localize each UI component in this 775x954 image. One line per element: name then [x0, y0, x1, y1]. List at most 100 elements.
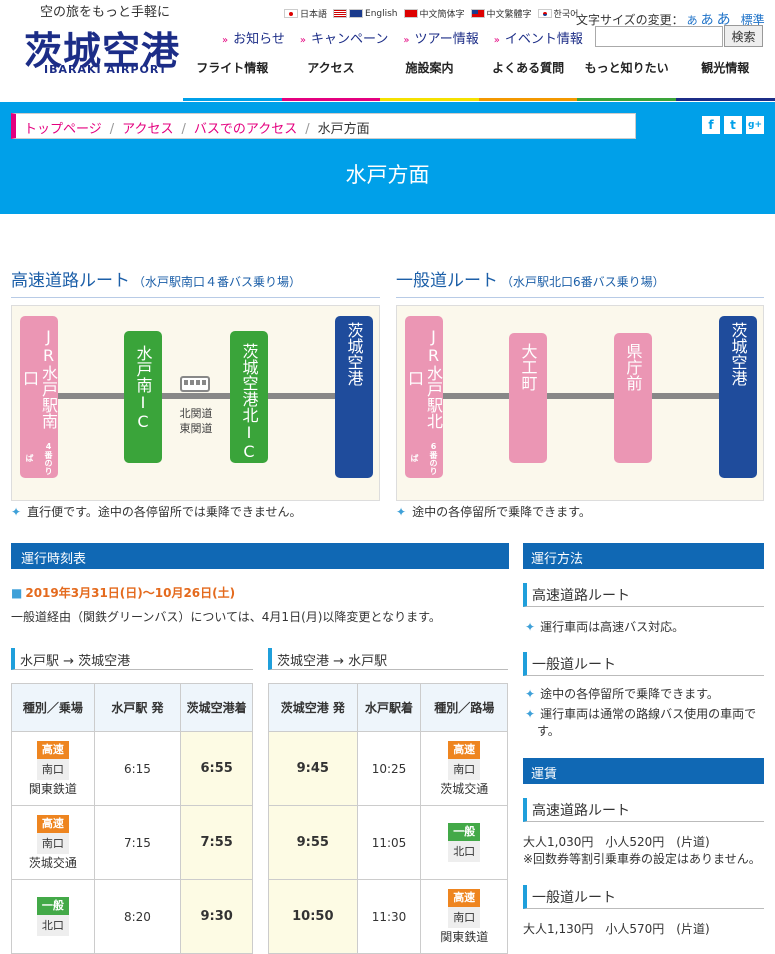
social-buttons: f t g+ [702, 116, 768, 134]
timetable-notice: 一般道経由（関鉄グリーンバス）については、4月1日(月)以降変更となります。 [11, 610, 441, 624]
timetable-period: ■ 2019年3月31日(日)～10月26日(土) [11, 586, 236, 600]
fare-heading: 運賃 [523, 758, 764, 784]
topnav-news[interactable]: » お知らせ [222, 28, 285, 47]
main-nav: フライト情報 アクセス 施設案内 よくある質問 もっと知りたい 観光情報 [183, 58, 775, 101]
chevron-right-icon: » [299, 35, 306, 46]
tagline: 空の旅をもっと手軽に [40, 5, 171, 20]
general-route-map: JR水戸駅北口 6番のりば 大工町 県庁前 茨城空港 [396, 305, 764, 501]
fare-general: 大人1,130円 小人570円 (片道) [523, 922, 710, 936]
col-header: 種別／路場 [420, 683, 508, 732]
mainnav-more[interactable]: もっと知りたい [577, 58, 676, 101]
breadcrumb-current: 水戸方面 [317, 122, 370, 137]
stop-ibaraki-airport: 茨城空港 [719, 316, 757, 478]
google-plus-icon[interactable]: g+ [746, 116, 764, 134]
mainnav-facilities[interactable]: 施設案内 [380, 58, 479, 101]
site-header: 空の旅をもっと手軽に 茨城空港 IBARAKI AIRPORT 日本語 Engl… [0, 0, 775, 102]
lang-zh-tw[interactable]: 中文繁體字 [470, 7, 532, 20]
highway-route-map: JR水戸駅南口 4番のりば 水戸南IC 茨城空港北IC 茨城空港 北関道東関道 [11, 305, 380, 501]
table-row: 9:45 10:25 高速 南口 茨城交通 [268, 731, 508, 806]
outbound-title: 水戸駅 → 茨城空港 [11, 648, 253, 670]
grid-icon: ■ [11, 586, 23, 600]
mainnav-flight[interactable]: フライト情報 [183, 58, 282, 101]
inbound-title: 茨城空港 → 水戸駅 [268, 648, 508, 670]
type-badge: 一般 [448, 823, 481, 841]
mainnav-access[interactable]: アクセス [281, 58, 381, 101]
type-badge: 高速 [36, 740, 69, 759]
lang-zh-cn[interactable]: 中文簡体字 [403, 7, 465, 20]
breadcrumb-access[interactable]: アクセス [122, 122, 173, 137]
flag-usa-icon [333, 9, 348, 18]
route-line [437, 393, 737, 399]
type-badge: 高速 [448, 740, 481, 759]
lang-en[interactable]: English [333, 7, 398, 20]
lang-ja[interactable]: 日本語 [284, 7, 327, 20]
fare-general-title: 一般道ルート [523, 885, 764, 909]
company: 関東鉄道 [28, 781, 77, 796]
topnav-tour[interactable]: » ツアー情報 [403, 28, 478, 47]
mainnav-sightseeing[interactable]: 観光情報 [675, 58, 775, 101]
table-row: 一般 北口 8:20 9:30 [11, 879, 253, 954]
dep-time: 8:20 [93, 879, 182, 954]
mainnav-faq[interactable]: よくある質問 [478, 58, 578, 101]
dep-time: 9:55 [268, 805, 358, 880]
type-badge: 高速 [36, 814, 69, 833]
type-badge: 一般 [36, 897, 69, 915]
chevron-right-icon: » [403, 35, 410, 46]
flag-korea-icon [537, 9, 552, 18]
route-line [52, 393, 352, 399]
stop-daiku-cho: 大工町 [509, 333, 547, 463]
topnav-event[interactable]: » イベント情報 [494, 28, 583, 47]
company: 関東鉄道 [440, 929, 489, 944]
arr-time: 7:55 [180, 805, 253, 880]
dep-time: 6:15 [93, 731, 182, 806]
operation-heading: 運行方法 [523, 543, 764, 569]
search-button[interactable]: 検索 [724, 25, 763, 47]
topnav-campaign[interactable]: » キャンペーン [300, 28, 388, 47]
platform: 南口 [448, 758, 481, 780]
breadcrumb-bus[interactable]: バスでのアクセス [194, 122, 297, 137]
chevron-right-icon: » [493, 35, 500, 46]
stop-ibaraki-airport-kita-ic: 茨城空港北IC [230, 331, 268, 463]
facebook-icon[interactable]: f [702, 116, 720, 134]
stop-mito-south: JR水戸駅南口 4番のりば [20, 316, 58, 478]
bullet-icon: ✦ [525, 620, 536, 634]
stop-ibaraki-airport: 茨城空港 [335, 316, 373, 478]
platform: 北口 [36, 915, 69, 936]
dep-time: 9:45 [268, 731, 358, 806]
bullet-icon: ✦ [525, 687, 536, 701]
fare-highway: 大人1,030円 小人520円 (片道) [523, 835, 710, 849]
col-header: 水戸駅 発 [93, 683, 182, 732]
company: 茨城交通 [440, 781, 489, 796]
stop-mito-minami-ic: 水戸南IC [124, 331, 162, 463]
outbound-table: 種別／乗場 水戸駅 発 茨城空港着 高速 南口 関東鉄道 6:15 6:55 高速南… [11, 683, 253, 954]
bullet-icon: ✦ [525, 707, 536, 721]
language-selector: 日本語 English 中文簡体字 中文繁體字 한국어 [284, 7, 584, 20]
dep-time: 7:15 [93, 805, 182, 880]
twitter-icon[interactable]: t [724, 116, 742, 134]
side-general-note: ✦ 運行車両は通常の路線バス使用の車両です。 [525, 707, 757, 738]
platform: 南口 [36, 758, 69, 780]
breadcrumb: トップページ / アクセス / バスでのアクセス / 水戸方面 [11, 113, 636, 139]
highway-note: ✦ 直行便です。途中の各停留所では乗降できません。 [11, 505, 302, 519]
flag-japan-icon [284, 9, 298, 18]
general-note: ✦ 途中の各停留所で乗降できます。 [396, 505, 591, 519]
breadcrumb-top[interactable]: トップページ [24, 122, 102, 137]
table-row: 10:50 11:30 高速 南口 関東鉄道 [268, 879, 508, 954]
flag-uk-icon [349, 9, 364, 18]
platform: 北口 [448, 841, 481, 862]
top-nav: » お知らせ » キャンペーン » ツアー情報 » イベント情報 [222, 28, 598, 47]
table-row: 高速 南口 茨城交通 7:15 7:55 [11, 805, 253, 880]
arr-time: 6:55 [180, 731, 253, 806]
page-title: 水戸方面 [345, 163, 430, 187]
highway-route-title: 高速道路ルート （水戸駅南口４番バス乗り場） [11, 266, 380, 298]
col-header: 茨城空港 発 [268, 683, 358, 732]
platform: 南口 [448, 906, 481, 928]
stop-kencho-mae: 県庁前 [614, 333, 652, 463]
inbound-table: 茨城空港 発 水戸駅着 種別／路場 9:45 10:25 高速 南口 茨城交通 9:… [268, 683, 508, 954]
lang-ko[interactable]: 한국어 [537, 7, 578, 20]
arr-time: 11:30 [356, 879, 422, 954]
fare-highway-note: ※回数券等割引乗車券の設定はありません。 [523, 852, 761, 866]
timetable-heading: 運行時刻表 [11, 543, 509, 569]
search-input[interactable] [595, 26, 723, 47]
stop-mito-north: JR水戸駅北口 6番のりば [405, 316, 443, 478]
